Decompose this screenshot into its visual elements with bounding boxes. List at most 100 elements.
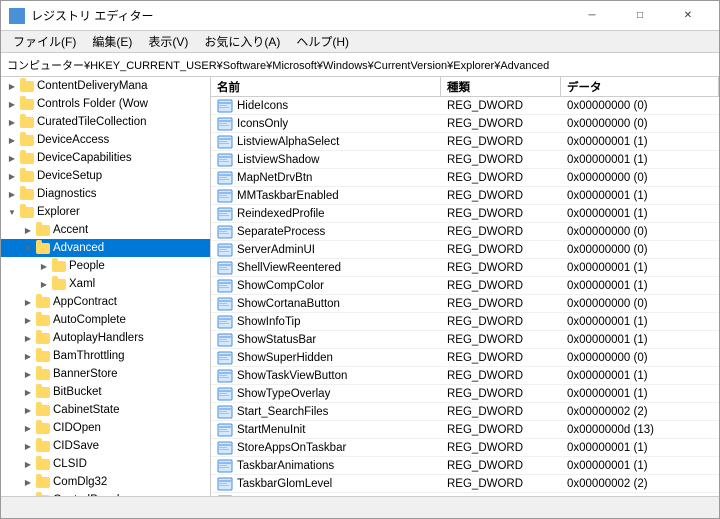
detail-row[interactable]: ServerAdminUIREG_DWORD0x00000000 (0) [211,241,719,259]
tree-expander-icon[interactable]: ▶ [21,349,35,363]
tree-expander-icon[interactable]: ▶ [5,187,19,201]
close-button[interactable]: ✕ [665,1,711,31]
tree-item[interactable]: ▶DeviceSetup [1,167,210,185]
detail-cell-data: 0x00000001 (1) [561,367,719,384]
tree-panel[interactable]: ▶ContentDeliveryMana▶Controls Folder (Wo… [1,77,211,496]
detail-row[interactable]: ShowCortanaButtonREG_DWORD0x00000000 (0) [211,295,719,313]
detail-row[interactable]: ShowInfoTipREG_DWORD0x00000001 (1) [211,313,719,331]
detail-cell-type: REG_DWORD [441,133,561,150]
tree-item[interactable]: ▶AutoplayHandlers [1,329,210,347]
tree-expander-icon[interactable]: ▶ [21,385,35,399]
detail-row[interactable]: ShowCompColorREG_DWORD0x00000001 (1) [211,277,719,295]
tree-expander-icon[interactable]: ▶ [5,169,19,183]
tree-expander-icon[interactable]: ▶ [21,331,35,345]
tree-expander-icon[interactable]: ▶ [21,367,35,381]
menu-favorites[interactable]: お気に入り(A) [196,31,288,52]
tree-item[interactable]: ▶Xaml [1,275,210,293]
detail-cell-name: TaskbarGlomLevel [211,475,441,492]
tree-expander-icon[interactable]: ▶ [21,313,35,327]
tree-expander-icon[interactable]: ▶ [5,79,19,93]
detail-row[interactable]: HideIconsREG_DWORD0x00000000 (0) [211,97,719,115]
tree-expander-icon[interactable]: ▶ [5,133,19,147]
tree-expander-icon[interactable]: ▶ [37,277,51,291]
menu-edit[interactable]: 編集(E) [84,31,140,52]
tree-item[interactable]: ▼Explorer [1,203,210,221]
tree-item[interactable]: ▶BitBucket [1,383,210,401]
folder-icon [19,169,35,183]
tree-item[interactable]: ▶ BannerStore [1,365,210,383]
tree-expander-icon[interactable]: ▶ [21,439,35,453]
detail-row[interactable]: MapNetDrvBtnREG_DWORD0x00000000 (0) [211,169,719,187]
tree-item[interactable]: ▶AutoComplete [1,311,210,329]
detail-row[interactable]: TaskbarAnimationsREG_DWORD0x00000001 (1) [211,457,719,475]
menu-view[interactable]: 表示(V) [140,31,196,52]
detail-cell-type: REG_DWORD [441,367,561,384]
tree-item-label: ComDlg32 [53,476,107,488]
detail-row[interactable]: TaskbarGlomLevelREG_DWORD0x00000002 (2) [211,475,719,493]
tree-item-label: CLSID [53,458,87,470]
tree-expander-icon[interactable]: ▶ [37,259,51,273]
tree-item[interactable]: ▶CIDSave [1,437,210,455]
tree-item-label: BannerStore [53,368,118,380]
folder-icon [51,259,67,273]
app-icon [9,8,25,24]
tree-expander-icon[interactable]: ▶ [5,151,19,165]
detail-row[interactable]: ShowStatusBarREG_DWORD0x00000001 (1) [211,331,719,349]
tree-item[interactable]: ▶ Accent [1,221,210,239]
detail-row[interactable]: ListviewAlphaSelectREG_DWORD0x00000001 (… [211,133,719,151]
detail-row[interactable]: ShowTypeOverlayREG_DWORD0x00000001 (1) [211,385,719,403]
detail-row[interactable]: ShellViewReenteredREG_DWORD0x00000001 (1… [211,259,719,277]
detail-row[interactable]: MMTaskbarEnabledREG_DWORD0x00000001 (1) [211,187,719,205]
tree-item[interactable]: ▶CabinetState [1,401,210,419]
detail-row[interactable]: SeparateProcessREG_DWORD0x00000000 (0) [211,223,719,241]
tree-item[interactable]: ▶BamThrottling [1,347,210,365]
tree-expander-icon[interactable]: ▶ [21,475,35,489]
detail-row[interactable]: ListviewShadowREG_DWORD0x00000001 (1) [211,151,719,169]
tree-item[interactable]: ▶AppContract [1,293,210,311]
tree-expander-icon[interactable]: ▶ [21,421,35,435]
folder-icon [35,439,51,453]
tree-expander-icon[interactable]: ▶ [21,457,35,471]
detail-cell-data: 0x00000000 (0) [561,223,719,240]
tree-item[interactable]: ▶ContentDeliveryMana [1,77,210,95]
tree-expander-icon[interactable]: ▶ [5,115,19,129]
menu-file[interactable]: ファイル(F) [5,31,84,52]
tree-item[interactable]: ▶Controls Folder (Wow [1,95,210,113]
detail-row[interactable]: ShowSuperHiddenREG_DWORD0x00000000 (0) [211,349,719,367]
detail-cell-type: REG_DWORD [441,115,561,132]
detail-row[interactable]: StartMenuInitREG_DWORD0x0000000d (13) [211,421,719,439]
tree-item[interactable]: ▶DeviceCapabilities [1,149,210,167]
tree-expander-icon[interactable]: ▶ [21,403,35,417]
tree-item[interactable]: ▶ ComDlg32 [1,473,210,491]
detail-cell-name: ShowCompColor [211,277,441,294]
tree-item[interactable]: ▶DeviceAccess [1,131,210,149]
detail-row[interactable]: IconsOnlyREG_DWORD0x00000000 (0) [211,115,719,133]
tree-item[interactable]: ▶ CIDOpen [1,419,210,437]
tree-item-label: CIDOpen [53,422,101,434]
tree-expander-icon[interactable]: ▶ [21,295,35,309]
tree-item-label: Accent [53,224,88,236]
tree-item[interactable]: ▶Diagnostics [1,185,210,203]
tree-expander-icon[interactable]: ▶ [5,97,19,111]
tree-item[interactable]: ▼Advanced [1,239,210,257]
detail-row[interactable]: StoreAppsOnTaskbarREG_DWORD0x00000001 (1… [211,439,719,457]
detail-cell-type: REG_DWORD [441,313,561,330]
detail-row[interactable]: ReindexedProfileREG_DWORD0x00000001 (1) [211,205,719,223]
detail-cell-name: ShowTypeOverlay [211,385,441,402]
detail-cell-type: REG_DWORD [441,205,561,222]
maximize-button[interactable]: □ [617,1,663,31]
detail-cell-data: 0x00000001 (1) [561,187,719,204]
detail-cell-name: StartMenuInit [211,421,441,438]
minimize-button[interactable]: ─ [569,1,615,31]
tree-item[interactable]: ▶ CLSID [1,455,210,473]
tree-expander-icon[interactable]: ▼ [21,241,35,255]
tree-expander-icon[interactable]: ▶ [21,223,35,237]
menu-help[interactable]: ヘルプ(H) [288,31,357,52]
address-bar: コンピューター¥HKEY_CURRENT_USER¥Software¥Micro… [1,53,719,77]
detail-cell-type: REG_DWORD [441,403,561,420]
tree-expander-icon[interactable]: ▼ [5,205,19,219]
tree-item[interactable]: ▶CuratedTileCollection [1,113,210,131]
detail-row[interactable]: Start_SearchFilesREG_DWORD0x00000002 (2) [211,403,719,421]
tree-item[interactable]: ▶People [1,257,210,275]
detail-row[interactable]: ShowTaskViewButtonREG_DWORD0x00000001 (1… [211,367,719,385]
